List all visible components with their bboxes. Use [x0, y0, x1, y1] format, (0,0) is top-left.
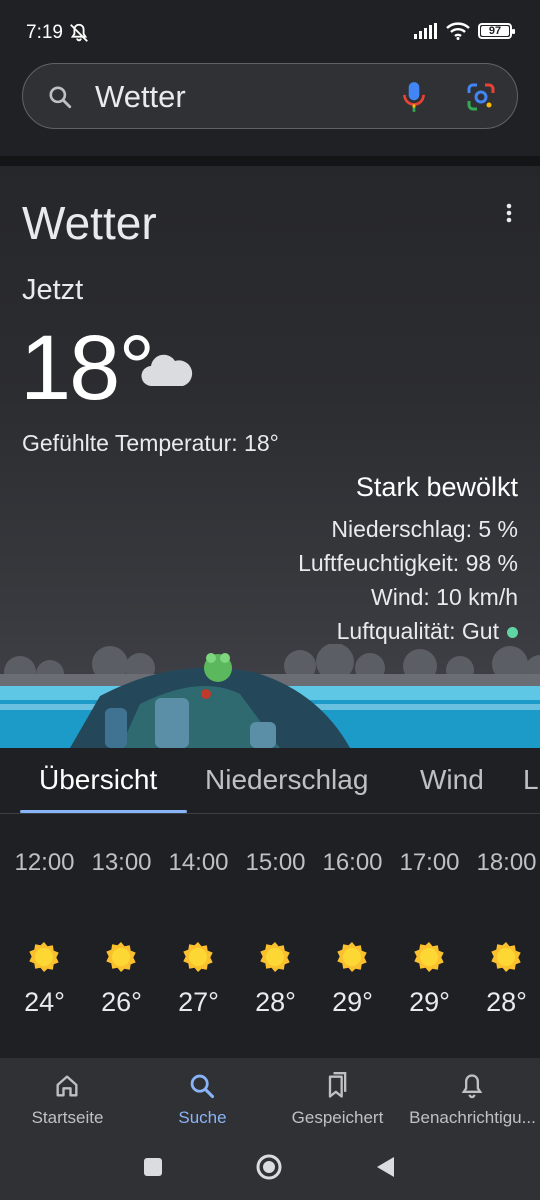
nav-home[interactable]: Startseite	[0, 1058, 135, 1140]
wifi-icon	[446, 22, 470, 40]
tab-precipitation[interactable]: Niederschlag	[205, 764, 368, 796]
precipitation: Niederschlag: 5 %	[331, 516, 518, 542]
status-bar: 7:19 97	[0, 0, 540, 60]
air-quality-row: Luftqualität: Gut	[337, 618, 518, 645]
more-options-icon[interactable]	[500, 202, 518, 224]
search-area: Wetter	[0, 60, 540, 156]
sun-icon	[106, 942, 136, 972]
status-indicators: 97	[414, 22, 515, 40]
sun-icon	[491, 942, 521, 972]
air-quality-dot	[507, 627, 518, 639]
sun-icon	[260, 942, 290, 972]
hour-temperature: 28°	[255, 987, 296, 1017]
nav-label: Benachrichtigu...	[409, 1108, 536, 1127]
tab-more[interactable]: L	[523, 764, 539, 796]
feels-like: Gefühlte Temperatur: 18°	[22, 430, 279, 456]
home-button-icon[interactable]	[255, 1153, 283, 1181]
hour-time: 17:00	[399, 849, 460, 876]
hour-time: 16:00	[322, 849, 383, 876]
nav-notifications[interactable]: Benachrichtigu...	[405, 1058, 540, 1140]
cloud-icon	[141, 354, 193, 387]
search-input[interactable]: Wetter	[22, 63, 518, 129]
nav-label: Gespeichert	[291, 1108, 384, 1127]
nav-saved[interactable]: Gespeichert	[270, 1058, 405, 1140]
bottom-navigation: Startseite Suche Gespeichert Benachricht…	[0, 1058, 540, 1140]
humidity: Luftfeuchtigkeit: 98 %	[298, 550, 518, 576]
recents-icon[interactable]	[142, 1156, 164, 1178]
nav-label: Suche	[178, 1108, 227, 1127]
sun-icon	[337, 942, 367, 972]
bell-icon	[461, 1074, 483, 1099]
system-navigation-bar	[0, 1140, 540, 1200]
air-quality: Luftqualität: Gut	[336, 618, 499, 644]
sun-icon	[414, 942, 444, 972]
hourly-forecast[interactable]: 12:00 13:00 14:00 15:00 16:00 17:00 18:0…	[0, 815, 540, 1058]
hour-temperature: 26°	[101, 987, 142, 1017]
search-query[interactable]: Wetter	[95, 79, 186, 115]
hour-temperature: 29°	[332, 987, 373, 1017]
back-icon[interactable]	[374, 1155, 398, 1179]
hour-time: 15:00	[245, 849, 306, 876]
sun-icon	[183, 942, 213, 972]
battery-level: 97	[488, 25, 502, 37]
hour-temperature: 29°	[409, 987, 450, 1017]
weather-condition: Stark bewölkt	[355, 472, 518, 502]
weather-card: Wetter Jetzt 18° Gefühlte Temperatur: 18…	[0, 166, 540, 748]
divider	[0, 156, 540, 166]
search-icon	[190, 1074, 215, 1099]
signal-icon	[414, 23, 437, 39]
now-label: Jetzt	[22, 274, 84, 306]
bookmarks-icon	[328, 1072, 347, 1098]
hour-temperature: 28°	[486, 987, 527, 1017]
hour-time: 14:00	[168, 849, 229, 876]
hour-time: 12:00	[14, 849, 75, 876]
hour-time: 18:00	[476, 849, 537, 876]
hour-temperature: 27°	[178, 987, 219, 1017]
weather-illustration	[0, 644, 540, 748]
tab-indicator	[20, 810, 187, 813]
hour-temperature: 24°	[24, 987, 65, 1017]
current-temperature: 18°	[20, 317, 155, 419]
tab-wind[interactable]: Wind	[420, 764, 484, 796]
status-time: 7:19	[26, 22, 63, 43]
nav-search[interactable]: Suche	[135, 1058, 270, 1140]
muted-bell-icon	[70, 23, 88, 42]
weather-title: Wetter	[22, 197, 157, 249]
sun-icon	[29, 942, 59, 972]
battery-icon: 97	[478, 23, 515, 39]
tab-overview[interactable]: Übersicht	[39, 764, 157, 796]
home-icon	[56, 1075, 78, 1097]
microphone-icon[interactable]	[401, 80, 427, 114]
nav-label: Startseite	[31, 1108, 104, 1127]
wind: Wind: 10 km/h	[371, 584, 518, 610]
google-lens-icon[interactable]	[466, 82, 496, 112]
weather-tabs: Übersicht Niederschlag Wind L	[0, 748, 540, 814]
search-icon	[49, 86, 72, 109]
hour-time: 13:00	[91, 849, 152, 876]
